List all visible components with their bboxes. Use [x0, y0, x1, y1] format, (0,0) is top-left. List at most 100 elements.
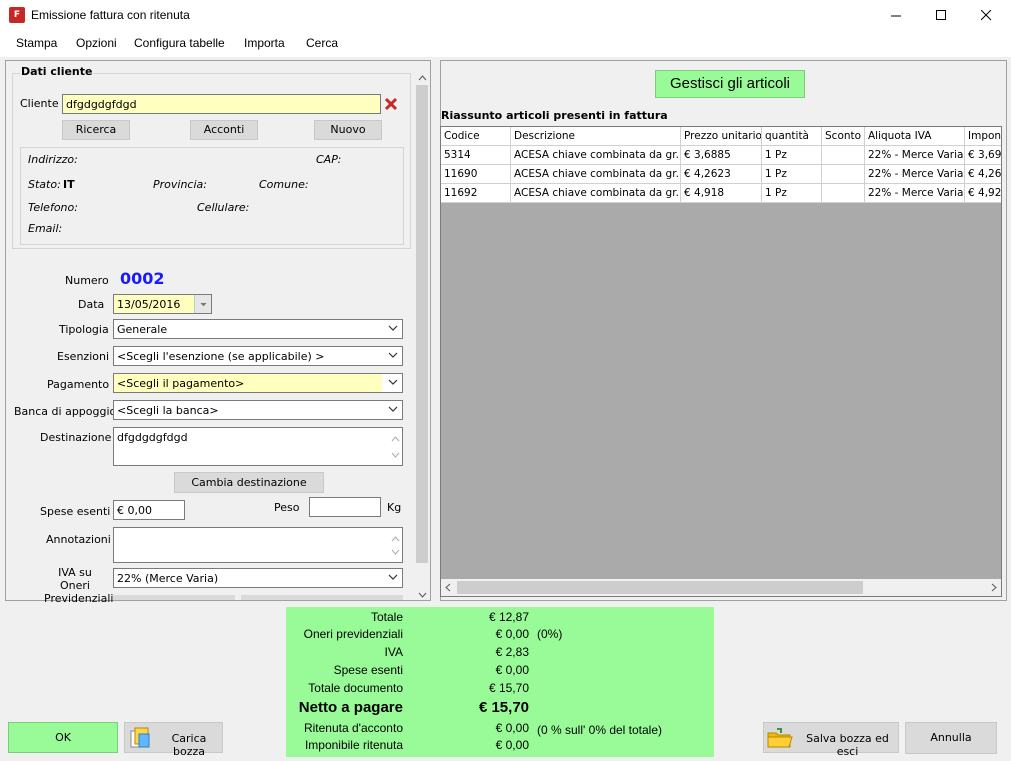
column-header-prezzo[interactable]: Prezzo unitario	[681, 127, 762, 146]
maximize-button[interactable]	[919, 0, 964, 31]
menu-cerca[interactable]: Cerca	[306, 36, 338, 50]
carica-bozza-label: Carica bozza	[171, 732, 207, 758]
cellulare-label: Cellulare:	[197, 201, 250, 214]
app-icon: F	[9, 7, 25, 23]
table-cell[interactable]: € 4,918	[681, 184, 762, 203]
close-icon	[980, 9, 992, 20]
table-cell[interactable]: € 4,2623	[681, 165, 762, 184]
data-label: Data	[78, 298, 105, 311]
table-cell[interactable]: € 4,92	[965, 184, 1001, 203]
numero-label: Numero	[65, 274, 109, 287]
esenzioni-select[interactable]: <Scegli l'esenzione (se applicabile) >	[113, 346, 403, 366]
scroll-down-icon[interactable]	[391, 544, 400, 559]
table-cell[interactable]: 11690	[441, 165, 511, 184]
stato-value: IT	[63, 178, 75, 191]
table-cell[interactable]: ACESA chiave combinata da gr.17	[511, 165, 681, 184]
close-button[interactable]	[964, 0, 1009, 31]
column-header-codice[interactable]: Codice	[441, 127, 511, 146]
table-cell[interactable]: 5314	[441, 146, 511, 165]
scroll-right-icon	[991, 583, 997, 592]
destinazione-label: Destinazione	[40, 431, 112, 444]
tipologia-select[interactable]: Generale	[113, 319, 403, 339]
date-picker[interactable]: 13/05/2016	[113, 294, 212, 314]
articles-horizontal-scrollbar[interactable]	[441, 579, 1001, 596]
spese-esenti-input[interactable]: € 0,00	[113, 500, 185, 520]
scrollbar-thumb[interactable]	[416, 85, 428, 563]
carica-bozza-button[interactable]: Carica bozza	[124, 722, 223, 758]
ritenuta-value: € 0,00	[495, 721, 529, 735]
iva-oneri-label-line2: Previdenziali	[44, 592, 114, 605]
partial-button-left[interactable]	[113, 595, 235, 600]
column-header-sconto[interactable]: Sconto	[822, 127, 865, 146]
nuovo-button[interactable]: Nuovo	[314, 120, 382, 140]
table-cell[interactable]	[822, 165, 865, 184]
menu-stampa[interactable]: Stampa	[16, 36, 57, 50]
ritenuta-label: Ritenuta d'acconto	[303, 721, 403, 735]
menu-configura-tabelle[interactable]: Configura tabelle	[134, 36, 225, 50]
table-cell[interactable]: 22% - Merce Varia	[865, 165, 965, 184]
totals-panel: Totale € 12,87 Oneri previdenziali € 0,0…	[286, 607, 714, 757]
chevron-down-icon	[388, 377, 398, 387]
peso-label: Peso	[274, 501, 300, 514]
banca-select[interactable]: <Scegli la banca>	[113, 400, 403, 420]
imponibile-ritenuta-value: € 0,00	[495, 738, 529, 752]
left-vertical-scrollbar[interactable]	[415, 73, 429, 600]
table-cell[interactable]: € 4,26	[965, 165, 1001, 184]
chevron-down-icon	[388, 404, 398, 414]
date-dropdown-button[interactable]	[194, 295, 211, 313]
table-cell[interactable]: 22% - Merce Varia	[865, 146, 965, 165]
column-header-aliquota[interactable]: Aliquota IVA	[865, 127, 965, 146]
column-header-imponibile[interactable]: Imponi	[965, 127, 1001, 146]
table-cell[interactable]: ACESA chiave combinata da gr.13	[511, 146, 681, 165]
salva-bozza-button[interactable]: Salva bozza ed esci	[763, 722, 899, 758]
destinazione-textarea[interactable]: dfgdgdgfdgd	[113, 427, 403, 466]
indirizzo-label: Indirizzo:	[28, 153, 78, 166]
salva-bozza-label: Salva bozza ed esci	[806, 732, 889, 758]
annotazioni-textarea[interactable]	[113, 527, 403, 563]
cap-label: CAP:	[316, 153, 342, 166]
table-cell[interactable]: 1 Pz	[762, 165, 822, 184]
destinazione-value: dfgdgdgfdgd	[117, 431, 188, 444]
provincia-label: Provincia:	[153, 178, 207, 191]
scroll-down-icon[interactable]	[391, 447, 400, 462]
menu-opzioni[interactable]: Opzioni	[76, 36, 117, 50]
annulla-button[interactable]: Annulla	[905, 722, 997, 754]
table-cell[interactable]: ACESA chiave combinata da gr.19	[511, 184, 681, 203]
pagamento-value: <Scegli il pagamento>	[117, 377, 245, 390]
pagamento-select[interactable]: <Scegli il pagamento>	[113, 373, 403, 393]
cambia-destinazione-button[interactable]: Cambia destinazione	[174, 472, 324, 493]
folder-icon	[767, 728, 793, 748]
table-cell[interactable]: 1 Pz	[762, 184, 822, 203]
totale-value: € 12,87	[488, 610, 529, 624]
delete-client-icon[interactable]	[384, 97, 398, 111]
totale-documento-value: € 15,70	[488, 681, 529, 695]
ricerca-button[interactable]: Ricerca	[62, 120, 130, 140]
menu-importa[interactable]: Importa	[244, 36, 285, 50]
banca-value: <Scegli la banca>	[117, 404, 219, 417]
table-cell[interactable]	[822, 184, 865, 203]
table-cell[interactable]: 22% - Merce Varia	[865, 184, 965, 203]
chevron-down-icon	[388, 323, 398, 333]
scroll-up-icon[interactable]	[391, 431, 400, 446]
table-cell[interactable]: € 3,6885	[681, 146, 762, 165]
spese-esenti-label: Spese esenti	[40, 505, 111, 518]
acconti-button[interactable]: Acconti	[190, 120, 258, 140]
scrollbar-thumb[interactable]	[457, 581, 863, 594]
column-header-descrizione[interactable]: Descrizione	[511, 127, 681, 146]
table-cell[interactable]: 1 Pz	[762, 146, 822, 165]
client-input[interactable]: dfgdgdgfdgd	[62, 94, 381, 114]
articles-grid[interactable]: Codice Descrizione Prezzo unitario quant…	[440, 126, 1002, 597]
email-label: Email:	[28, 222, 63, 235]
iva-oneri-select[interactable]: 22% (Merce Varia)	[113, 568, 403, 588]
iva-oneri-label: IVA su Oneri Previdenziali	[44, 566, 114, 605]
netto-value: € 15,70	[478, 699, 529, 716]
ok-button[interactable]: OK	[8, 722, 118, 753]
partial-button-right[interactable]	[241, 595, 403, 600]
table-cell[interactable]	[822, 146, 865, 165]
minimize-button[interactable]	[874, 0, 919, 31]
peso-input[interactable]	[309, 497, 381, 517]
column-header-quantita[interactable]: quantità	[762, 127, 822, 146]
table-cell[interactable]: € 3,69	[965, 146, 1001, 165]
table-cell[interactable]: 11692	[441, 184, 511, 203]
gestisci-articoli-button[interactable]: Gestisci gli articoli	[655, 70, 805, 98]
